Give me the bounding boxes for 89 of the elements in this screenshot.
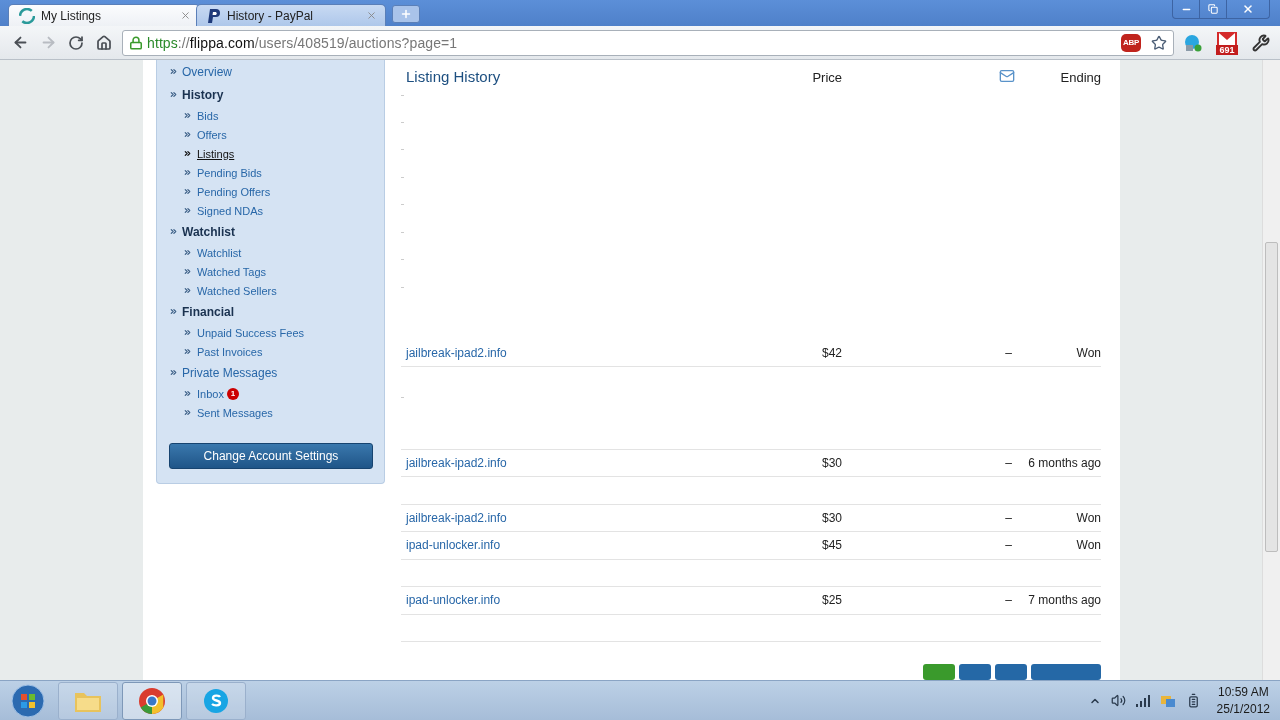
wrench-icon[interactable]	[1252, 33, 1270, 52]
messages-cell: –	[1005, 538, 1012, 553]
chevron-icon	[183, 328, 192, 337]
taskbar-app-button[interactable]	[186, 681, 246, 720]
messages-cell: –	[1005, 593, 1012, 608]
chevron-icon	[183, 187, 192, 196]
menu-item[interactable]: Past Invoices	[197, 345, 263, 358]
column-header: Ending	[1060, 70, 1101, 85]
chevron-icon	[183, 347, 192, 356]
ending-cell: Won	[1076, 510, 1101, 525]
change-settings-button[interactable]: Change Account Settings	[169, 443, 373, 469]
menu-heading: History	[182, 87, 224, 102]
chevron-icon	[169, 227, 178, 236]
chevron-icon	[183, 267, 192, 276]
scrollbar-thumb[interactable]	[1265, 242, 1278, 552]
price-cell: $45	[821, 538, 842, 553]
messages-cell: –	[1005, 455, 1012, 470]
menu-item[interactable]: Pending Bids	[197, 166, 262, 179]
menu-item[interactable]: Sent Messages	[197, 406, 273, 419]
page-button[interactable]	[995, 664, 1027, 680]
listing-link[interactable]: ipad-unlocker.info	[406, 593, 501, 608]
chevron-icon	[183, 168, 192, 177]
chevron-icon	[169, 307, 178, 316]
menu-item[interactable]: Inbox	[197, 387, 224, 400]
home-icon[interactable]	[96, 34, 112, 51]
menu-link[interactable]: Overview	[182, 64, 232, 79]
volume-icon[interactable]	[1110, 693, 1126, 708]
menu-item[interactable]: Bids	[197, 109, 219, 122]
menu-item[interactable]: Watchlist	[197, 246, 242, 259]
envelope-icon[interactable]	[1217, 31, 1237, 46]
listing-link[interactable]: jailbreak-ipad2.info	[406, 510, 507, 525]
menu-item[interactable]: Signed NDAs	[197, 204, 264, 217]
new-tab-button[interactable]	[392, 5, 420, 23]
menu-item[interactable]: Watched Tags	[197, 265, 267, 278]
close-icon[interactable]	[180, 10, 191, 21]
star-icon[interactable]	[1151, 34, 1167, 51]
chevron-icon	[183, 408, 192, 417]
ending-cell: 6 months ago	[1028, 455, 1101, 470]
ending-cell: 7 months ago	[1028, 593, 1101, 608]
column-header: Price	[812, 70, 842, 85]
table-title: Listing History	[406, 68, 502, 85]
menu-item[interactable]: Unpaid Success Fees	[197, 326, 304, 339]
chevron-icon	[169, 368, 178, 377]
address-field[interactable]: https://flippa.com/users/408519/auctions?page=1 ABP	[122, 29, 1174, 56]
chevron-icon	[183, 389, 192, 398]
swirl-logo-icon	[19, 7, 35, 24]
price-cell: $30	[821, 455, 842, 470]
messages-cell: –	[1005, 345, 1012, 360]
messages-cell: –	[1005, 510, 1012, 525]
price-cell: $30	[821, 510, 842, 525]
listing-link[interactable]: jailbreak-ipad2.info	[406, 345, 507, 360]
scrollbar[interactable]	[1262, 60, 1280, 680]
chevron-icon	[183, 130, 192, 139]
chevron-icon	[183, 248, 192, 257]
restore-icon[interactable]	[1208, 4, 1218, 14]
menu-item[interactable]: Listings	[197, 147, 235, 160]
ending-cell: Won	[1076, 538, 1101, 553]
chevron-icon	[169, 90, 178, 99]
chrome-icon	[138, 686, 166, 715]
chevron-icon	[183, 206, 192, 215]
browser-tab[interactable]: History - PayPal	[196, 4, 386, 26]
chevron-icon	[183, 286, 192, 295]
chevron-icon	[169, 67, 178, 76]
adblock-icon[interactable]: ABP	[1121, 33, 1141, 52]
chevron-icon	[183, 111, 192, 120]
listing-link[interactable]: ipad-unlocker.info	[406, 538, 501, 553]
price-cell: $42	[821, 345, 842, 360]
menu-item[interactable]: Pending Offers	[197, 185, 271, 198]
mail-icon	[999, 68, 1015, 84]
skype-icon	[202, 686, 230, 715]
close-icon[interactable]	[1242, 3, 1254, 15]
close-icon[interactable]	[366, 10, 377, 21]
menu-link[interactable]: Private Messages	[182, 365, 278, 380]
letter-p-logo-icon	[207, 7, 221, 24]
listing-link[interactable]: jailbreak-ipad2.info	[406, 455, 507, 470]
clock[interactable]: 10:59 AM 25/1/2012	[1216, 683, 1270, 718]
menu-heading: Financial	[182, 304, 234, 319]
reload-icon[interactable]	[68, 34, 84, 51]
page-button[interactable]	[959, 664, 991, 680]
menu-heading: Watchlist	[182, 224, 235, 239]
price-cell: $25	[821, 593, 842, 608]
taskbar-app-button[interactable]	[122, 681, 182, 720]
menu-item[interactable]: Watched Sellers	[197, 284, 277, 297]
url-text: https://flippa.com/users/408519/auctions?page=1	[147, 34, 459, 51]
signal-icon[interactable]	[1135, 694, 1150, 707]
menu-item[interactable]: Offers	[197, 128, 227, 141]
unread-badge: 1	[226, 387, 239, 400]
chevron-icon	[183, 149, 192, 158]
ending-cell: Won	[1076, 345, 1101, 360]
